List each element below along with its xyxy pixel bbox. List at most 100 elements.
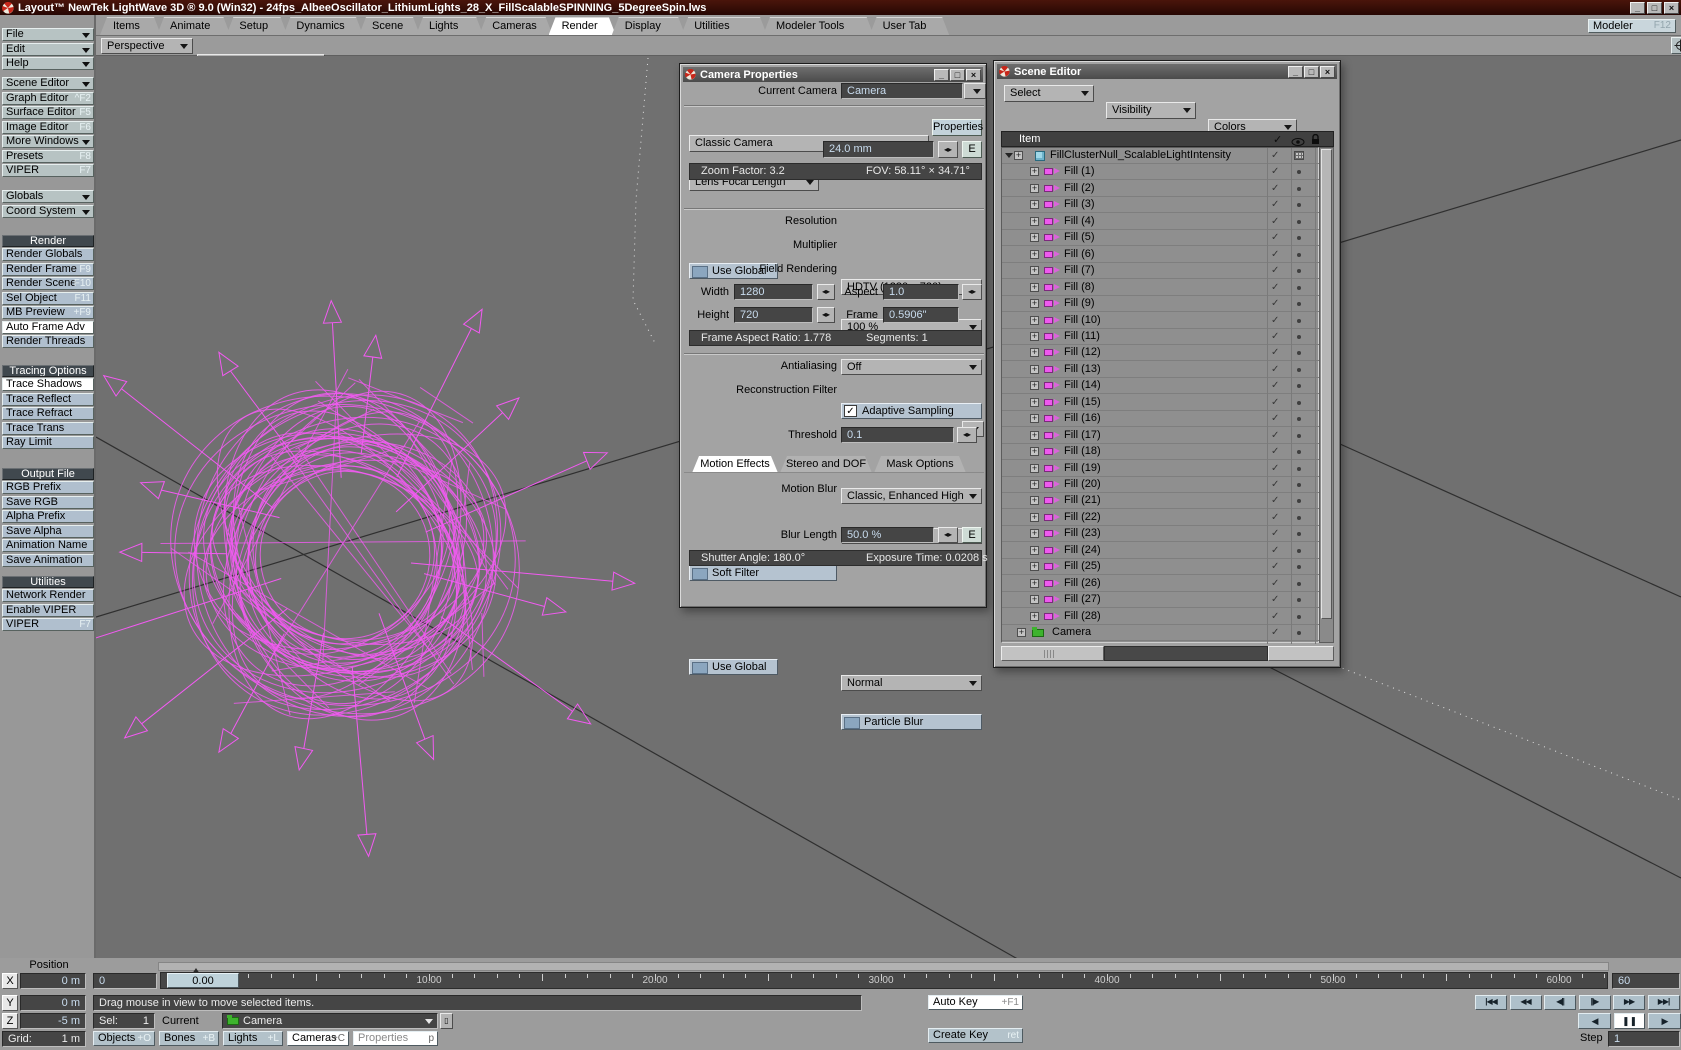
- threshold-field[interactable]: 0.1: [841, 427, 954, 443]
- sidebar-item-render-threads[interactable]: Render Threads: [2, 335, 94, 348]
- item-visibility-dot-icon[interactable]: [1297, 598, 1301, 602]
- item-active-check-icon[interactable]: ✓: [1271, 576, 1279, 591]
- item-active-check-icon[interactable]: ✓: [1271, 609, 1279, 624]
- item-visibility-dot-icon[interactable]: [1297, 401, 1301, 405]
- scene-item-row[interactable]: + Fill (16) ✓: [1002, 411, 1320, 427]
- sidebar-item-presets[interactable]: Presets F8: [2, 149, 94, 163]
- scene-item-row[interactable]: + Fill (6) ✓: [1002, 247, 1320, 263]
- item-visibility-grid-icon[interactable]: [1294, 151, 1304, 160]
- expand-arrow-icon[interactable]: [1005, 153, 1013, 162]
- item-active-check-icon[interactable]: ✓: [1271, 197, 1279, 212]
- scene-item-row[interactable]: + Fill (27) ✓: [1002, 592, 1320, 608]
- sidebar-item-render-frame[interactable]: Render Frame F9: [2, 262, 94, 276]
- scene-item-row[interactable]: + Fill (10) ✓: [1002, 313, 1320, 329]
- z-axis-button[interactable]: Z: [2, 1013, 18, 1029]
- tab-display[interactable]: Display: [612, 17, 685, 35]
- sidebar-item-edit[interactable]: Edit: [2, 42, 94, 56]
- expand-plus-icon[interactable]: +: [1030, 447, 1039, 456]
- item-active-check-icon[interactable]: ✓: [1271, 395, 1279, 410]
- lens-envelope-button[interactable]: E: [962, 141, 982, 158]
- close-icon[interactable]: ×: [1320, 65, 1335, 78]
- scene-item-row[interactable]: + Fill (9) ✓: [1002, 296, 1320, 312]
- maximize-icon[interactable]: □: [1647, 1, 1662, 14]
- item-visibility-dot-icon[interactable]: [1297, 582, 1301, 586]
- item-active-check-icon[interactable]: ✓: [1271, 214, 1279, 229]
- pan-icon[interactable]: [1671, 37, 1681, 54]
- item-active-check-icon[interactable]: ✓: [1271, 510, 1279, 525]
- scene-item-row[interactable]: + Fill (22) ✓: [1002, 510, 1320, 526]
- tab-setup[interactable]: Setup: [226, 17, 287, 35]
- soft-filter-toggle[interactable]: Soft Filter: [689, 565, 837, 581]
- sidebar-item-network-render[interactable]: Network Render: [2, 589, 94, 602]
- sidebar-item-sel-object[interactable]: Sel Object F11: [2, 291, 94, 305]
- tab-motion-effects[interactable]: Motion Effects: [692, 456, 778, 473]
- expand-plus-icon[interactable]: +: [1030, 414, 1039, 423]
- sidebar-item-globals[interactable]: Globals: [2, 190, 94, 203]
- item-active-check-icon[interactable]: ✓: [1271, 444, 1279, 459]
- item-visibility-dot-icon[interactable]: [1297, 368, 1301, 372]
- item-visibility-dot-icon[interactable]: [1297, 170, 1301, 174]
- objects-button[interactable]: Objects +O: [93, 1031, 155, 1046]
- item-visibility-dot-icon[interactable]: [1297, 335, 1301, 339]
- checkbox-checked-icon[interactable]: ✓: [844, 405, 857, 417]
- item-active-check-icon[interactable]: ✓: [1271, 263, 1279, 278]
- pause-button[interactable]: ❚❚: [1614, 1013, 1645, 1029]
- current-camera-value[interactable]: Camera: [841, 83, 963, 99]
- maximize-icon[interactable]: □: [1304, 65, 1319, 78]
- tab-cameras[interactable]: Cameras: [479, 17, 552, 35]
- scene-item-row[interactable]: + Fill (18) ✓: [1002, 444, 1320, 460]
- sidebar-item-render-scene[interactable]: Render Scene F10: [2, 277, 94, 290]
- item-visibility-dot-icon[interactable]: [1297, 417, 1301, 421]
- item-active-check-icon[interactable]: ✓: [1271, 313, 1279, 328]
- bones-button[interactable]: Bones +B: [159, 1031, 219, 1046]
- sidebar-item-enable-viper[interactable]: Enable VIPER: [2, 603, 94, 617]
- blur-length-stepper[interactable]: ◂▸: [938, 527, 958, 543]
- timeline-scroll-strip[interactable]: [158, 962, 1609, 974]
- item-active-check-icon[interactable]: ✓: [1271, 625, 1279, 640]
- next-frame-button[interactable]: ||▶: [1578, 995, 1611, 1010]
- frame-field[interactable]: 0.5906": [883, 307, 959, 323]
- item-active-check-icon[interactable]: ✓: [1271, 362, 1279, 377]
- close-icon[interactable]: ×: [1664, 1, 1679, 14]
- expand-plus-icon[interactable]: +: [1030, 266, 1039, 275]
- expand-plus-icon[interactable]: +: [1030, 480, 1039, 489]
- maximize-icon[interactable]: □: [950, 68, 965, 81]
- scene-item-row[interactable]: + Fill (2) ✓: [1002, 181, 1320, 197]
- item-visibility-dot-icon[interactable]: [1297, 631, 1301, 635]
- expand-plus-icon[interactable]: +: [1030, 513, 1039, 522]
- expand-plus-icon[interactable]: +: [1017, 628, 1026, 637]
- item-visibility-dot-icon[interactable]: [1297, 384, 1301, 388]
- item-visibility-dot-icon[interactable]: [1297, 450, 1301, 454]
- blur-length-field[interactable]: 50.0 %: [841, 527, 934, 543]
- expand-plus-icon[interactable]: +: [1030, 217, 1039, 226]
- expand-plus-icon[interactable]: +: [1030, 200, 1039, 209]
- item-active-check-icon[interactable]: ✓: [1271, 378, 1279, 393]
- item-visibility-dot-icon[interactable]: [1297, 203, 1301, 207]
- horizontal-scrollbar-end[interactable]: [1268, 646, 1334, 661]
- sidebar-item-save-animation[interactable]: Save Animation: [2, 553, 94, 567]
- view-mode-dropdown[interactable]: Perspective: [101, 38, 193, 54]
- item-visibility-dot-icon[interactable]: [1297, 269, 1301, 273]
- z-position-field[interactable]: -5 m: [20, 1013, 86, 1029]
- timeline-ruler[interactable]: 10.00 20.00 30.00 40.00 50.00 60.00 0.00: [160, 972, 1608, 989]
- scene-item-row[interactable]: + Fill (15) ✓: [1002, 395, 1320, 411]
- sidebar-item-save-rgb[interactable]: Save RGB: [2, 495, 94, 509]
- scene-item-row[interactable]: + Fill (12) ✓: [1002, 345, 1320, 361]
- cameras-button[interactable]: Cameras +C: [287, 1031, 349, 1046]
- expand-plus-icon[interactable]: +: [1030, 562, 1039, 571]
- item-visibility-dot-icon[interactable]: [1297, 319, 1301, 323]
- vertical-scrollbar-thumb[interactable]: [1321, 149, 1332, 619]
- item-active-check-icon[interactable]: ✓: [1271, 164, 1279, 179]
- tab-lights[interactable]: Lights: [416, 17, 483, 35]
- expand-plus-icon[interactable]: +: [1030, 381, 1039, 390]
- tab-modeler-tools[interactable]: Modeler Tools: [763, 17, 874, 35]
- width-field[interactable]: 1280: [734, 284, 813, 300]
- sidebar-item-save-alpha[interactable]: Save Alpha: [2, 524, 94, 538]
- current-item-dropdown[interactable]: Camera: [222, 1013, 438, 1029]
- item-active-check-icon[interactable]: ✓: [1271, 296, 1279, 311]
- sidebar-item-more-windows[interactable]: More Windows: [2, 135, 94, 148]
- item-visibility-dot-icon[interactable]: [1297, 286, 1301, 290]
- scene-item-row[interactable]: + Fill (19) ✓: [1002, 461, 1320, 477]
- expand-plus-icon[interactable]: +: [1030, 365, 1039, 374]
- minimize-icon[interactable]: _: [1288, 65, 1303, 78]
